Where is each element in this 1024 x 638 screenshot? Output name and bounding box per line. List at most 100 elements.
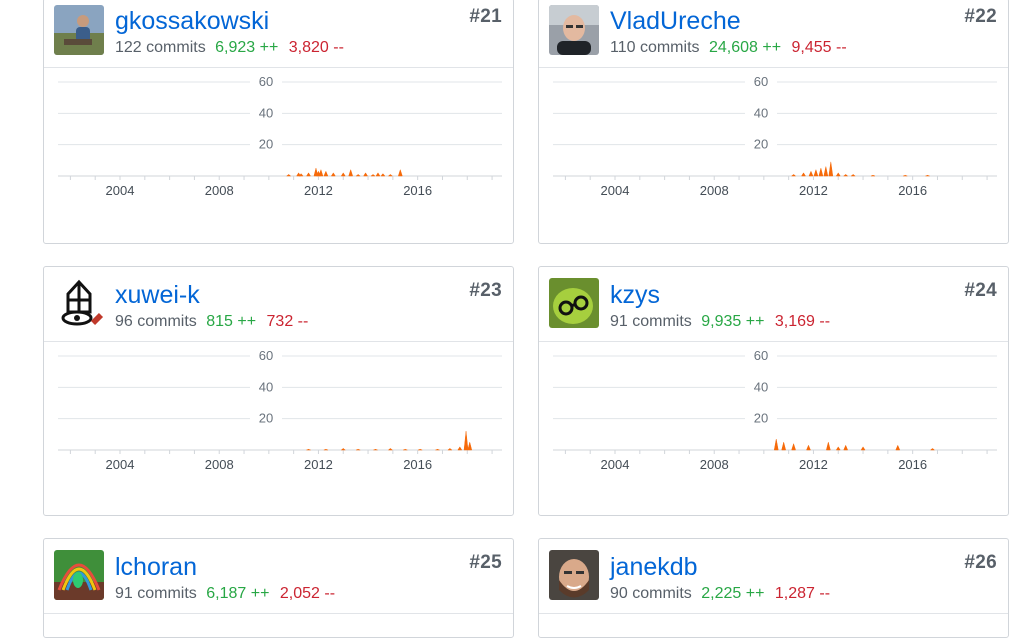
contributor-name-link[interactable]: xuwei-k bbox=[115, 280, 200, 310]
activity-spike bbox=[323, 448, 328, 451]
activity-spike bbox=[457, 446, 463, 451]
user-avatar[interactable] bbox=[54, 550, 104, 600]
y-tick-label: 40 bbox=[754, 379, 768, 394]
activity-spike bbox=[306, 172, 311, 177]
contributor-stats: 110 commits 24,608 ++ 9,455 -- bbox=[610, 38, 847, 58]
user-avatar[interactable] bbox=[549, 550, 599, 600]
activity-spike bbox=[356, 448, 361, 451]
contributor-name-link[interactable]: lchoran bbox=[115, 552, 197, 582]
activity-spike bbox=[285, 174, 292, 177]
activity-spike bbox=[323, 170, 329, 177]
commit-activity-chart: 60 40 20 2004 2008 2012 2016 bbox=[58, 348, 502, 472]
deletions-count: 2,052 -- bbox=[279, 585, 336, 602]
activity-spike bbox=[903, 174, 908, 177]
activity-spike bbox=[363, 172, 369, 177]
activity-spike bbox=[823, 166, 829, 177]
contributor-name-link[interactable]: gkossakowski bbox=[115, 6, 269, 36]
activity-spike bbox=[781, 442, 787, 451]
activity-spike bbox=[340, 172, 346, 177]
additions-count: 6,187 ++ bbox=[206, 585, 270, 602]
commit-count-link[interactable]: 91 commits bbox=[610, 313, 692, 330]
commit-count-link[interactable]: 122 commits bbox=[115, 39, 206, 56]
contributor-card: janekdb 90 commits 2,225 ++ 1,287 -- #26 bbox=[538, 538, 1009, 638]
y-tick-label: 60 bbox=[754, 348, 768, 363]
contributor-card: kzys 91 commits 9,935 ++ 3,169 -- #24 60… bbox=[538, 266, 1009, 516]
commit-activity-chart: 60 40 20 2004 2008 2012 2016 bbox=[553, 74, 997, 198]
y-tick-label: 20 bbox=[259, 137, 273, 152]
x-tick-label: 2016 bbox=[403, 457, 432, 472]
contributor-card: lchoran 91 commits 6,187 ++ 2,052 -- #25 bbox=[43, 538, 514, 638]
y-tick-label: 20 bbox=[259, 411, 273, 426]
x-tick-label: 2008 bbox=[700, 457, 729, 472]
x-tick-label: 2012 bbox=[304, 457, 333, 472]
contributor-name-link[interactable]: kzys bbox=[610, 280, 660, 310]
activity-spike bbox=[397, 168, 403, 177]
x-tick-label: 2004 bbox=[601, 457, 630, 472]
x-tick-label: 2016 bbox=[898, 457, 927, 472]
activity-spike bbox=[330, 172, 336, 177]
activity-spike bbox=[387, 448, 394, 451]
rank-label: #23 bbox=[469, 280, 502, 301]
activity-spike bbox=[306, 448, 311, 451]
user-avatar[interactable] bbox=[549, 278, 599, 328]
contributor-header: kzys 91 commits 9,935 ++ 3,169 -- #24 bbox=[539, 267, 1008, 342]
contributor-card: VladUreche 110 commits 24,608 ++ 9,455 -… bbox=[538, 0, 1009, 244]
avatar-image bbox=[549, 5, 599, 55]
user-avatar[interactable] bbox=[54, 5, 104, 55]
deletions-count: 3,169 -- bbox=[774, 313, 831, 330]
contributor-header: gkossakowski 122 commits 6,923 ++ 3,820 … bbox=[44, 0, 513, 68]
contributor-header: xuwei-k 96 commits 815 ++ 732 -- #23 bbox=[44, 267, 513, 342]
activity-spike bbox=[467, 442, 473, 451]
activity-spike bbox=[850, 174, 856, 177]
x-tick-label: 2016 bbox=[898, 183, 927, 198]
activity-spike bbox=[929, 448, 936, 451]
x-tick-label: 2012 bbox=[304, 183, 333, 198]
contributor-stats: 91 commits 6,187 ++ 2,052 -- bbox=[115, 584, 335, 604]
y-tick-label: 60 bbox=[754, 74, 768, 89]
user-avatar[interactable] bbox=[549, 5, 599, 55]
user-avatar[interactable] bbox=[54, 278, 104, 328]
avatar-image bbox=[549, 278, 599, 328]
activity-spike bbox=[835, 172, 841, 177]
deletions-count: 9,455 -- bbox=[791, 39, 847, 56]
x-tick-label: 2004 bbox=[601, 183, 630, 198]
commit-count-link[interactable]: 110 commits bbox=[610, 39, 700, 56]
contributor-stats: 91 commits 9,935 ++ 3,169 -- bbox=[610, 312, 830, 332]
deletions-count: 1,287 -- bbox=[774, 585, 831, 602]
activity-spike bbox=[790, 174, 797, 177]
contributor-card: xuwei-k 96 commits 815 ++ 732 -- #23 60 4… bbox=[43, 266, 514, 516]
additions-count: 24,608 ++ bbox=[708, 39, 782, 56]
activity-spike bbox=[895, 444, 901, 451]
contributor-stats: 122 commits 6,923 ++ 3,820 -- bbox=[115, 38, 344, 58]
y-tick-label: 60 bbox=[259, 74, 273, 89]
commit-activity-chart: 60 40 20 2004 2008 2012 2016 bbox=[553, 348, 997, 472]
activity-spike bbox=[828, 161, 834, 177]
x-tick-label: 2012 bbox=[799, 457, 828, 472]
contributor-stats: 96 commits 815 ++ 732 -- bbox=[115, 312, 308, 332]
activity-spike bbox=[355, 174, 361, 177]
activity-spike bbox=[318, 168, 324, 177]
deletions-count: 3,820 -- bbox=[288, 39, 344, 56]
contributor-name-link[interactable]: VladUreche bbox=[610, 6, 741, 36]
commit-count-link[interactable]: 90 commits bbox=[610, 585, 692, 602]
activity-spike bbox=[435, 448, 440, 451]
additions-count: 815 ++ bbox=[206, 313, 257, 330]
x-tick-label: 2016 bbox=[403, 183, 432, 198]
y-tick-label: 20 bbox=[754, 411, 768, 426]
activity-spike bbox=[806, 444, 811, 451]
activity-spike bbox=[835, 446, 841, 451]
activity-spike bbox=[860, 446, 866, 451]
commit-count-link[interactable]: 96 commits bbox=[115, 313, 197, 330]
x-tick-label: 2008 bbox=[205, 457, 234, 472]
activity-spike bbox=[801, 172, 806, 177]
commit-count-link[interactable]: 91 commits bbox=[115, 585, 197, 602]
y-tick-label: 40 bbox=[259, 379, 273, 394]
contributor-name-link[interactable]: janekdb bbox=[610, 552, 698, 582]
y-tick-label: 60 bbox=[259, 348, 273, 363]
x-tick-label: 2004 bbox=[106, 457, 135, 472]
deletions-count: 732 -- bbox=[266, 313, 309, 330]
activity-spike bbox=[843, 444, 849, 451]
avatar-image bbox=[54, 278, 104, 328]
rank-label: #26 bbox=[964, 552, 997, 573]
rank-label: #25 bbox=[469, 552, 502, 573]
